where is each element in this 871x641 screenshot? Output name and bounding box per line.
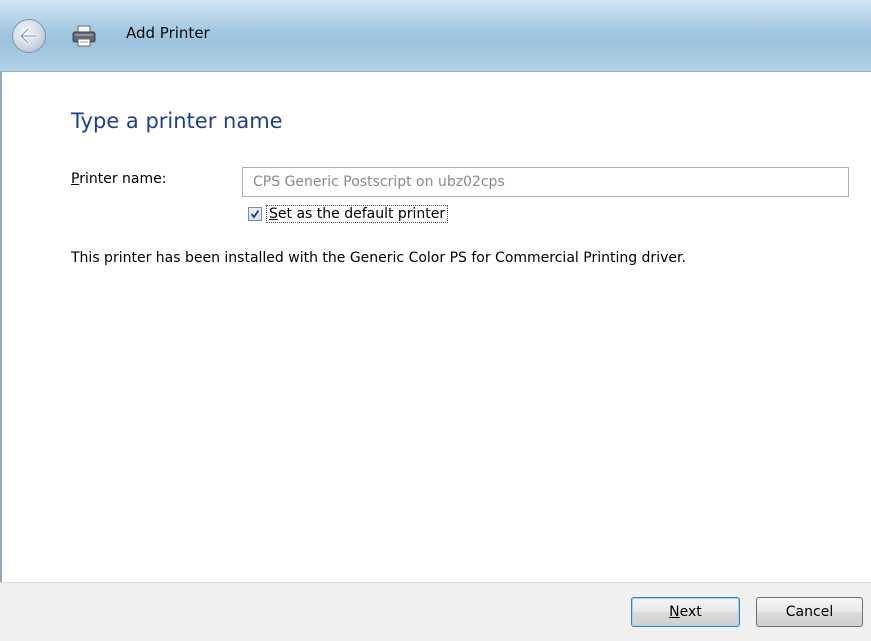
back-arrow-icon [20, 28, 38, 44]
printer-name-label-accesskey: P [71, 171, 80, 187]
footer-bar: Next Cancel [0, 582, 871, 641]
printer-name-label: Printer name: [71, 171, 166, 187]
page-heading: Type a printer name [71, 109, 283, 133]
next-button[interactable]: Next [631, 597, 740, 627]
default-printer-label-text: et as the default printer [277, 206, 446, 222]
title-bar: Add Printer [0, 0, 871, 72]
add-printer-window: Add Printer Type a printer name Printer … [0, 0, 871, 641]
default-printer-label-accesskey: S [269, 206, 278, 222]
window-title: Add Printer [126, 24, 210, 42]
left-frame-border [0, 72, 2, 582]
cancel-button[interactable]: Cancel [756, 597, 863, 627]
printer-name-label-text: rinter name: [79, 171, 167, 187]
checkmark-icon [250, 209, 260, 219]
next-button-label: ext [679, 604, 702, 620]
back-button[interactable] [12, 19, 46, 53]
default-printer-checkbox[interactable] [248, 207, 262, 221]
printer-name-input[interactable] [242, 167, 849, 197]
default-printer-row[interactable]: Set as the default printer [248, 205, 449, 223]
next-button-accesskey: N [669, 604, 680, 620]
driver-info-text: This printer has been installed with the… [71, 250, 686, 266]
printer-icon [72, 25, 96, 47]
default-printer-label[interactable]: Set as the default printer [266, 205, 449, 223]
